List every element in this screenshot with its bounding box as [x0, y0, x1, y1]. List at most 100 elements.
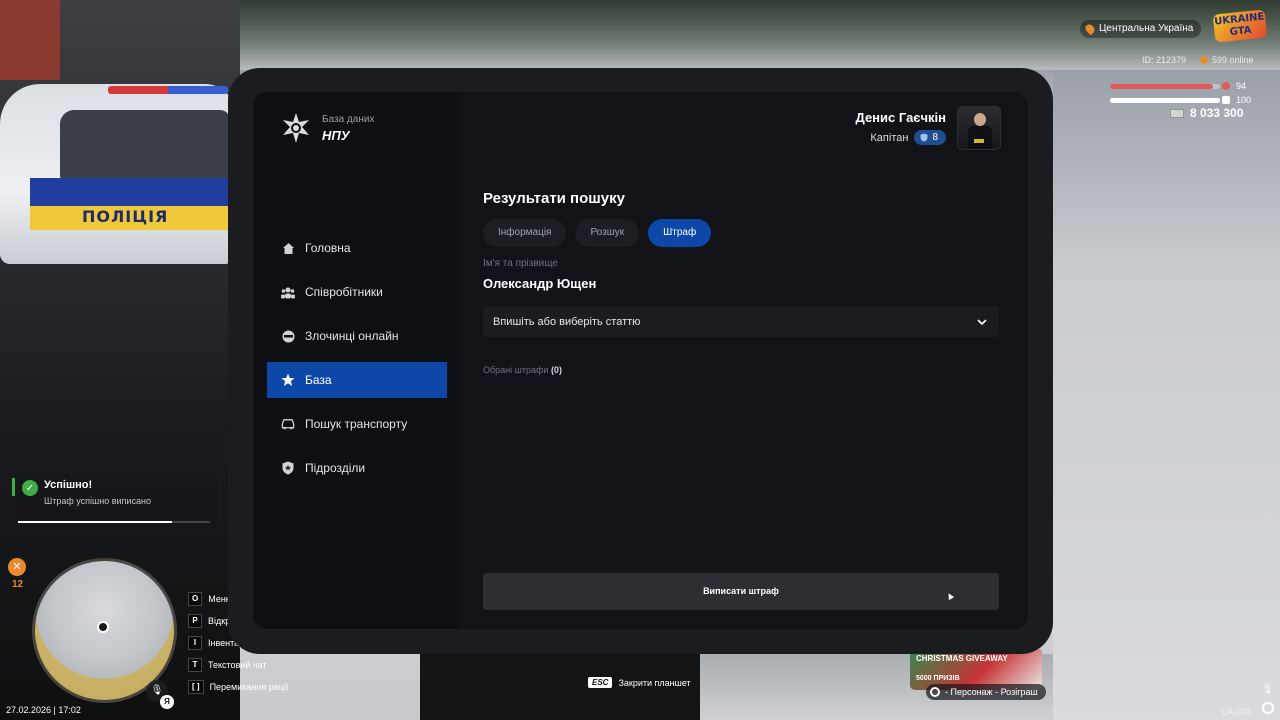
user-name: Денис Гаєчкін	[855, 110, 946, 125]
armor-bar-fill	[1110, 98, 1220, 103]
online-count: 599 online	[1200, 55, 1254, 65]
health-value: 94	[1236, 81, 1247, 91]
server-logo: UKRAINE GTA	[1212, 9, 1268, 43]
watermark: UA GTA	[1222, 708, 1251, 717]
page-title: Результати пошуку	[483, 190, 625, 207]
user-rank: Капітан 8	[870, 130, 946, 145]
police-car-label: ПОЛІЦІЯ	[82, 207, 169, 226]
avatar-body	[968, 126, 992, 149]
armor-icon	[1222, 96, 1230, 104]
key-cap: O	[188, 592, 203, 606]
voice-icon: 🎙	[1262, 684, 1274, 694]
tab-fine[interactable]: Штраф	[648, 219, 712, 247]
giveaway-title: CHRISTMAS GIVEAWAY	[916, 654, 1008, 663]
home-icon	[281, 241, 295, 255]
article-select-placeholder: Впишіть або виберіть статтю	[493, 315, 641, 328]
selected-fines-count: (0)	[550, 365, 562, 375]
rank-level: 8	[932, 132, 938, 143]
sidebar-item-label: Підрозділи	[305, 461, 366, 475]
money-display: 8 033 300	[1170, 106, 1243, 120]
checkmark-icon: ✓	[22, 480, 38, 496]
sidebar-item-label: Співробітники	[305, 285, 383, 299]
sidebar-item-vehicle-search[interactable]: Пошук транспорту	[267, 406, 447, 442]
criminal-icon	[281, 329, 295, 343]
health-bar-fill	[1110, 84, 1214, 89]
close-tablet-hint: ESC Закрити планшет	[588, 677, 691, 688]
key-cap: [ ]	[188, 680, 204, 694]
location-pin-icon	[1083, 22, 1097, 36]
tablet-screen: База даних НПУ Головна Співробітники Зло…	[253, 92, 1028, 629]
key-hint-row: [ ] Перемикання рації	[188, 676, 288, 698]
fire-icon	[1200, 56, 1208, 64]
sidebar-item-criminals[interactable]: Злочинці онлайн	[267, 318, 447, 354]
armor-bar	[1110, 98, 1220, 103]
rank-shield-icon	[920, 133, 928, 142]
wrench-icon: ✕	[8, 558, 26, 576]
key-hint-label: Перемикання рації	[209, 682, 289, 692]
language-badge: Я	[160, 695, 174, 709]
date-time: 27.02.2026 | 17:02	[6, 705, 81, 715]
notification-message: Штраф успішно виписано	[44, 496, 151, 506]
result-tabs: Інформація Розшук Штраф	[483, 219, 712, 247]
tool-count: 12	[12, 579, 24, 590]
circle-key-icon	[930, 687, 940, 697]
money-icon	[1170, 108, 1184, 118]
notification-timer-fill	[18, 521, 172, 523]
selected-fines: Обрані штрафи (0)	[483, 365, 562, 375]
key-hint-row: T Текстовий чат	[188, 654, 288, 676]
name-value: Олександр Ющен	[483, 276, 597, 291]
sidebar-item-label: База	[305, 373, 332, 387]
sidebar-item-units[interactable]: Підрозділи	[267, 450, 447, 486]
player-id: ID: 212379	[1142, 55, 1187, 65]
sidebar-item-label: Злочинці онлайн	[305, 329, 399, 343]
close-tablet-label: Закрити планшет	[618, 677, 691, 688]
avatar-badge	[974, 139, 984, 143]
article-select[interactable]: Впишіть або виберіть статтю	[483, 306, 999, 337]
brand-title: НПУ	[322, 127, 350, 143]
region-label: Центральна Україна	[1099, 23, 1194, 34]
brand-subtitle: База даних	[322, 113, 375, 125]
sidebar-item-home[interactable]: Головна	[267, 230, 447, 266]
health-bar	[1110, 84, 1220, 89]
key-cap: T	[188, 658, 202, 672]
sidebar-item-employees[interactable]: Співробітники	[267, 274, 447, 310]
rank-badge: 8	[914, 130, 946, 145]
police-car-window	[60, 110, 230, 180]
search-icon	[1262, 702, 1274, 714]
notification-accent	[12, 478, 15, 496]
issue-fine-button[interactable]: Виписати штраф	[483, 573, 999, 610]
notification-timer	[18, 521, 210, 523]
user-rank-label: Капітан	[870, 131, 909, 144]
background-building	[0, 0, 60, 80]
sidebar-nav: Головна Співробітники Злочинці онлайн Ба…	[267, 230, 447, 494]
esc-key-cap: ESC	[588, 677, 613, 688]
shield-icon	[281, 461, 295, 475]
key-hint-label: Текстовий чат	[208, 660, 267, 670]
heart-icon	[1222, 82, 1230, 90]
key-cap: I	[188, 636, 202, 650]
online-label: 599 online	[1212, 55, 1254, 65]
region-badge: Центральна Україна	[1080, 20, 1202, 38]
giveaway-subtitle: 5000 ПРИЗІВ	[916, 675, 960, 682]
avatar-head	[974, 113, 986, 126]
background-snow	[1053, 70, 1280, 720]
police-car-stripe	[30, 178, 235, 206]
sidebar-item-label: Пошук транспорту	[305, 417, 408, 431]
chevron-down-icon	[977, 316, 987, 328]
avatar[interactable]	[957, 106, 1001, 150]
star-icon	[281, 373, 295, 387]
police-car-lightbar	[108, 86, 228, 94]
tab-info[interactable]: Інформація	[483, 219, 567, 247]
car-icon	[281, 417, 295, 431]
selected-fines-label: Обрані штрафи	[483, 365, 549, 375]
notification-title: Успішно!	[44, 479, 93, 491]
giveaway-hint: - Персонаж - Розіграш	[926, 684, 1046, 700]
armor-value: 100	[1236, 95, 1252, 105]
brand-text: База даних НПУ	[322, 114, 374, 143]
success-notification: ✓ Успішно! Штраф успішно виписано	[12, 474, 217, 526]
sidebar-item-database[interactable]: База	[267, 362, 447, 398]
sidebar-item-label: Головна	[305, 241, 351, 255]
money-value: 8 033 300	[1190, 106, 1244, 120]
tab-wanted[interactable]: Розшук	[575, 219, 640, 247]
brand: База даних НПУ	[280, 112, 374, 144]
